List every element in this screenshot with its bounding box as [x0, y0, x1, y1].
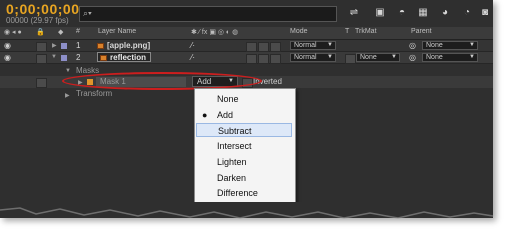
mask-mode-menu: None ● Add Subtract Intersect Lighten Dar… — [194, 88, 296, 203]
search-field[interactable]: ⌕▾ — [79, 6, 337, 22]
switch-cell[interactable] — [258, 54, 269, 64]
menu-item-intersect[interactable]: Intersect — [196, 139, 292, 153]
parent-value: None — [426, 54, 443, 61]
menu-item-add-label: Add — [217, 110, 234, 120]
selected-bullet-icon: ● — [202, 110, 208, 120]
parent-value: None — [426, 42, 443, 49]
label-color-swatch[interactable] — [61, 43, 67, 49]
menu-item-lighten[interactable]: Lighten — [196, 155, 292, 169]
column-number: # — [76, 28, 80, 35]
switch-cell[interactable] — [246, 54, 257, 64]
brainstorm-icon[interactable]: ◙ — [477, 6, 493, 20]
column-trkmat: TrkMat — [355, 28, 377, 35]
chevron-down-icon: ▼ — [469, 42, 475, 48]
column-parent: Parent — [411, 28, 432, 35]
motion-blur-icon[interactable]: ◕ — [437, 6, 453, 20]
layer-name[interactable]: reflection — [97, 52, 151, 62]
chevron-down-icon: ▼ — [327, 54, 333, 60]
switches-icons: ✱ ⁄ fx ▣ ◎ ◐ ◍ — [191, 29, 239, 36]
graph-editor-icon[interactable]: ◔ — [459, 6, 475, 20]
timecode[interactable]: 0;00;00;00 — [6, 1, 80, 17]
menu-item-subtract[interactable]: Subtract — [196, 123, 292, 137]
layer-row[interactable]: ◉ ▼ 2 reflection ⁄· Normal ▼ None ▼ ◎ None… — [0, 52, 493, 64]
masks-expand-icon[interactable]: ▼ — [65, 68, 71, 74]
layer-number: 1 — [76, 41, 81, 50]
shy-switch-icon[interactable]: ⁄· — [191, 53, 195, 62]
menu-item-none[interactable]: None — [196, 92, 292, 106]
pickwhip-icon[interactable]: ◎ — [409, 53, 416, 62]
lock-icon: 🔒 — [36, 29, 45, 36]
footage-icon — [100, 55, 107, 61]
av-features-icon: ◉ ◂ ● — [4, 29, 22, 36]
expand-triangle-open-icon[interactable]: ▼ — [51, 54, 57, 60]
layer-name[interactable]: [apple.png] — [97, 41, 150, 50]
column-layer-name[interactable]: Layer Name — [98, 28, 136, 35]
shy-switch-icon[interactable]: ⁄· — [191, 41, 195, 50]
layer-number: 2 — [76, 53, 81, 62]
visibility-eye-icon[interactable]: ◉ — [4, 41, 11, 50]
transform-expand-icon[interactable]: ▶ — [65, 92, 70, 99]
mode-value: Normal — [294, 54, 317, 61]
trkmat-dropdown[interactable]: None ▼ — [356, 53, 400, 62]
chevron-down-icon: ▼ — [391, 54, 397, 60]
chevron-down-icon: ▼ — [327, 42, 333, 48]
switch-cell[interactable] — [270, 54, 281, 64]
column-header: ◉ ◂ ● 🔒 ◆ # Layer Name ✱ ⁄ fx ▣ ◎ ◐ ◍ Mo… — [0, 27, 493, 40]
menu-item-add[interactable]: ● Add — [196, 108, 292, 122]
parent-dropdown[interactable]: None ▼ — [422, 41, 478, 50]
label-icon: ◆ — [58, 29, 64, 36]
search-icon: ⌕▾ — [83, 8, 92, 18]
switch-cell[interactable] — [246, 42, 257, 52]
torn-edge-shadow — [0, 202, 494, 219]
fps-readout: 00000 (29.97 fps) — [6, 16, 69, 25]
menu-item-darken[interactable]: Darken — [196, 171, 292, 185]
draft-3d-icon[interactable]: ▣ — [372, 6, 388, 20]
lock-toggle[interactable] — [36, 42, 47, 52]
chevron-down-icon: ▼ — [469, 54, 475, 60]
timeline-panel: 0;00;00;00 00000 (29.97 fps) ⌕▾ ⇌ ▣ ◓ ▦ … — [0, 0, 493, 218]
trkmat-value: None — [360, 54, 377, 61]
transform-group-label[interactable]: Transform — [76, 89, 112, 98]
preserve-transparency-toggle[interactable] — [345, 54, 356, 64]
lock-toggle[interactable] — [36, 54, 47, 64]
parent-dropdown[interactable]: None ▼ — [422, 53, 478, 62]
hide-shy-layers-icon[interactable]: ◓ — [394, 6, 410, 20]
frame-blending-icon[interactable]: ▦ — [415, 6, 431, 20]
composition-mini-flowchart-icon[interactable]: ⇌ — [346, 6, 362, 20]
visibility-eye-icon[interactable]: ◉ — [4, 53, 11, 62]
footage-icon — [97, 43, 104, 49]
column-mode: Mode — [290, 28, 308, 35]
mask-lock-toggle[interactable] — [36, 78, 47, 88]
switch-cell[interactable] — [270, 42, 281, 52]
label-color-swatch[interactable] — [61, 55, 67, 61]
mode-dropdown[interactable]: Normal ▼ — [290, 53, 336, 62]
mode-value: Normal — [294, 42, 317, 49]
column-t: T — [345, 28, 350, 35]
menu-item-difference[interactable]: Difference — [196, 186, 292, 200]
switch-cell[interactable] — [258, 42, 269, 52]
mode-dropdown[interactable]: Normal ▼ — [290, 41, 336, 50]
layer-row[interactable]: ◉ ▶ 1 [apple.png] ⁄· Normal ▼ ◎ None ▼ — [0, 40, 493, 52]
pickwhip-icon[interactable]: ◎ — [409, 41, 416, 50]
expand-triangle-icon[interactable]: ▶ — [52, 42, 57, 49]
layer-name-text: [apple.png] — [107, 41, 151, 50]
layer-name-text: reflection — [110, 53, 147, 62]
